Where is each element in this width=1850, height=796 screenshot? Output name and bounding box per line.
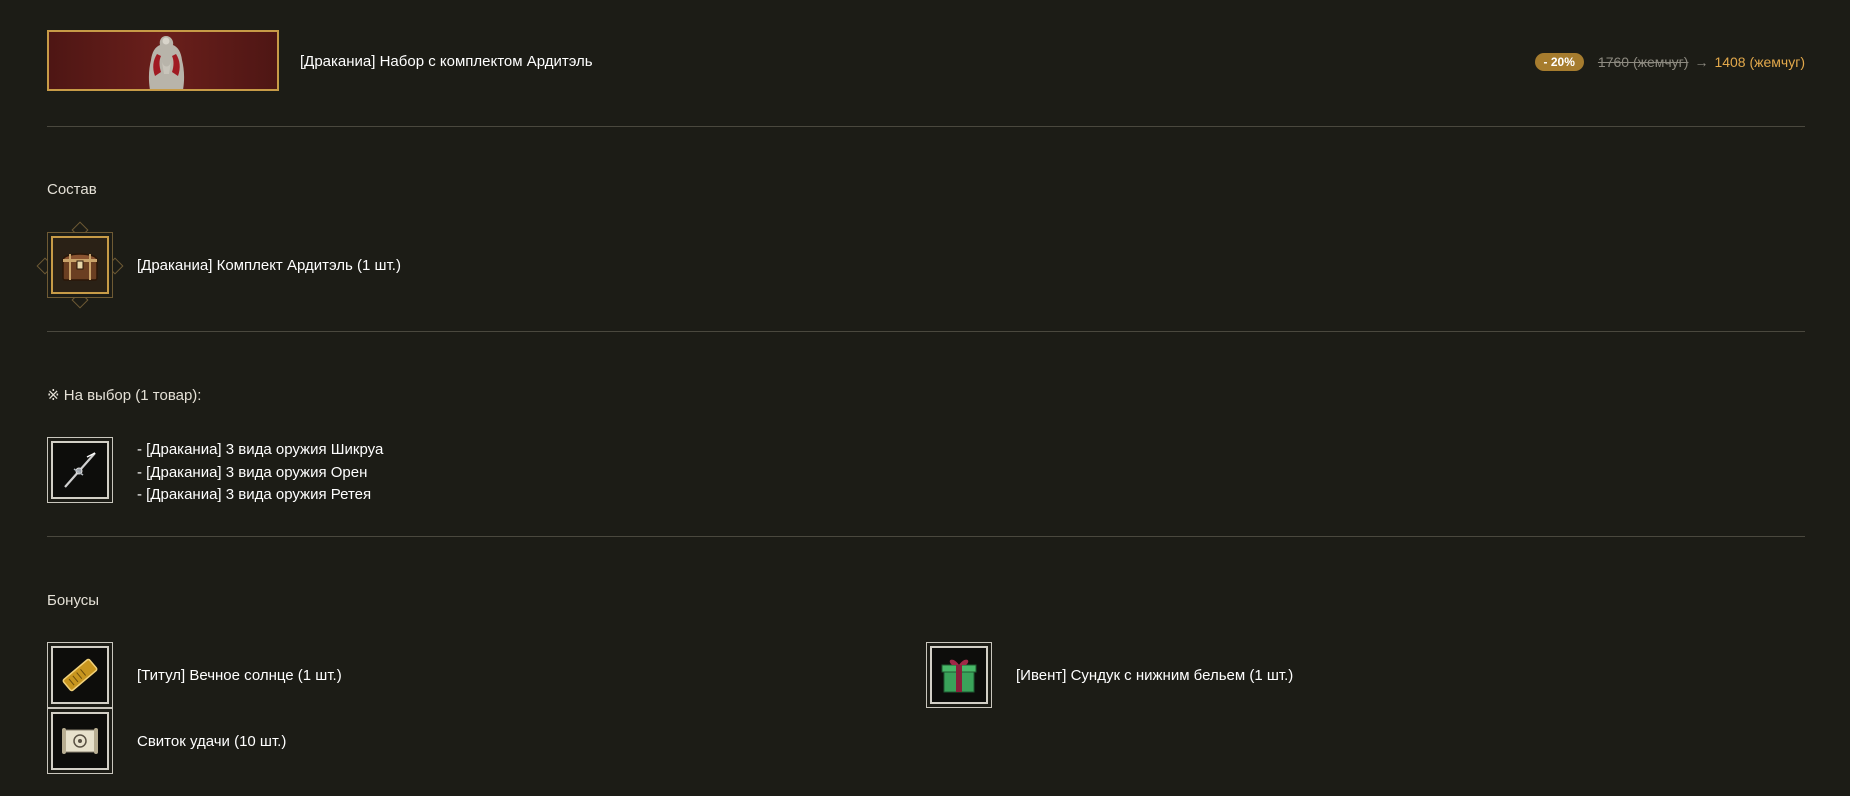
bonus-item-text: [Ивент] Сундук с нижним бельем (1 шт.) <box>1016 667 1294 684</box>
divider <box>47 536 1805 537</box>
choice-option[interactable]: - [Драканиа] 3 вида оружия Ретея <box>137 484 383 507</box>
weapon-icon <box>64 452 96 488</box>
bonuses-label: Бонусы <box>47 592 100 609</box>
price-block: - 20% 1760 (жемчуг) → 1408 (жемчуг) <box>1534 53 1805 71</box>
chest-icon <box>62 253 98 281</box>
composition-item-text: [Драканиа] Комплект Ардитэль (1 шт.) <box>137 257 401 274</box>
composition-label: Состав <box>47 181 97 198</box>
old-price: 1760 (жемчуг) <box>1597 54 1689 70</box>
product-banner-image <box>47 30 279 91</box>
scroll-icon <box>62 728 98 754</box>
choice-option[interactable]: - [Драканиа] 3 вида оружия Шикруа <box>137 439 383 462</box>
character-figure-icon <box>148 36 185 89</box>
product-page: [Драканиа] Набор с комплектом Ардитэль -… <box>0 0 1850 796</box>
gift-box-icon <box>941 659 977 693</box>
title-ticket-icon <box>62 658 98 692</box>
arrow-icon: → <box>1694 54 1709 70</box>
choice-item-icon-frame[interactable] <box>47 437 113 503</box>
product-title: [Драканиа] Набор с комплектом Ардитэль <box>300 53 593 70</box>
divider <box>47 331 1805 332</box>
new-price: 1408 (жемчуг) <box>1714 54 1805 70</box>
discount-badge: - 20% <box>1534 53 1584 71</box>
choice-options-list: - [Драканиа] 3 вида оружия Шикруа - [Дра… <box>137 439 383 507</box>
bonus-item-text: Свиток удачи (10 шт.) <box>137 733 287 750</box>
bonus-item-icon-frame[interactable] <box>926 642 992 708</box>
bonus-item-text: [Титул] Вечное солнце (1 шт.) <box>137 667 342 684</box>
bonus-item-icon-frame[interactable] <box>47 642 113 708</box>
composition-item-icon-frame[interactable] <box>47 232 113 298</box>
choice-label: ※ На выбор (1 товар): <box>47 387 202 404</box>
bonus-item-icon-frame[interactable] <box>47 708 113 774</box>
divider <box>47 126 1805 127</box>
choice-option[interactable]: - [Драканиа] 3 вида оружия Орен <box>137 462 383 485</box>
